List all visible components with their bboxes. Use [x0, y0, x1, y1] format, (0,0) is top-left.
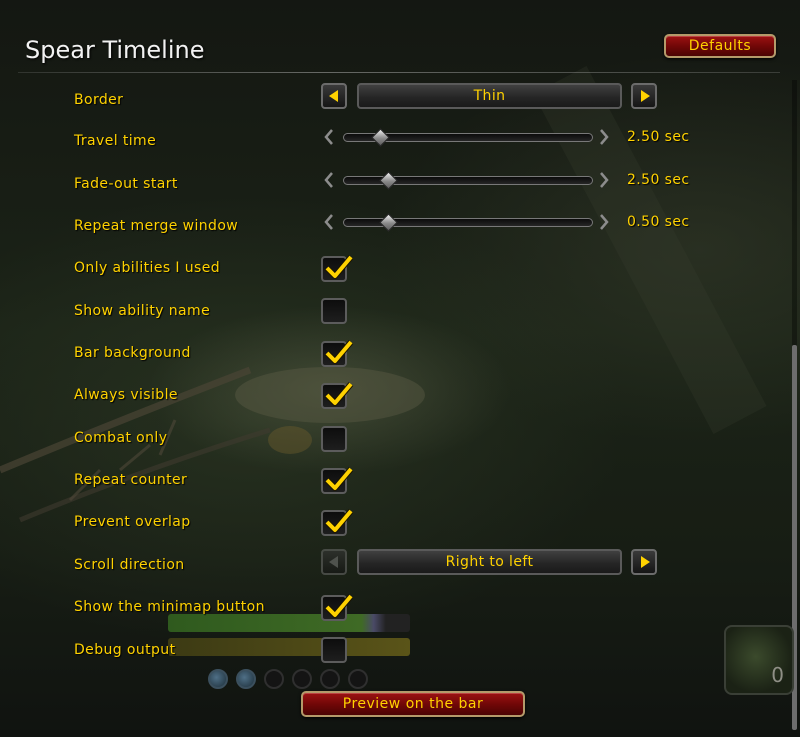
show-minimap-button-label: Show the minimap button	[74, 599, 265, 615]
fade-out-start-label: Fade-out start	[74, 176, 178, 192]
prevent-overlap-label: Prevent overlap	[74, 514, 191, 530]
checkmark-icon	[324, 340, 354, 364]
checkmark-icon	[324, 382, 354, 406]
only-abilities-used-checkbox[interactable]	[321, 255, 354, 282]
checkmark-icon	[324, 509, 354, 533]
debug-output-label: Debug output	[74, 642, 176, 658]
scroll-direction-label: Scroll direction	[74, 557, 185, 573]
arrow-left-icon	[329, 90, 338, 102]
always-visible-label: Always visible	[74, 387, 178, 403]
border-prev-button[interactable]	[321, 83, 347, 109]
defaults-button[interactable]: Defaults	[664, 34, 776, 58]
combat-only-label: Combat only	[74, 430, 168, 446]
minimap-count: 0	[771, 663, 784, 687]
timeline-slot	[292, 669, 312, 689]
timeline-slot	[320, 669, 340, 689]
bar-background-checkbox[interactable]	[321, 340, 354, 367]
chevron-right-icon[interactable]	[597, 127, 611, 147]
background-bar-green	[168, 614, 410, 632]
chevron-left-icon[interactable]	[322, 170, 336, 190]
show-ability-name-label: Show ability name	[74, 303, 211, 319]
repeat-counter-checkbox[interactable]	[321, 467, 354, 494]
chevron-right-icon[interactable]	[597, 170, 611, 190]
window-title: Spear Timeline	[25, 36, 205, 64]
timeline-slot	[264, 669, 284, 689]
scroll-direction-next-button[interactable]	[631, 549, 657, 575]
chevron-left-icon[interactable]	[322, 212, 336, 232]
checkmark-icon	[324, 255, 354, 279]
show-minimap-button-checkbox[interactable]	[321, 594, 354, 621]
travel-time-label: Travel time	[74, 133, 157, 149]
border-dropdown[interactable]: Thin	[357, 83, 622, 109]
fade-out-start-slider[interactable]	[343, 171, 593, 190]
chevron-right-icon[interactable]	[597, 212, 611, 232]
show-ability-name-checkbox[interactable]	[321, 298, 347, 324]
preview-button[interactable]: Preview on the bar	[301, 691, 525, 717]
repeat-counter-label: Repeat counter	[74, 472, 188, 488]
checkmark-icon	[324, 467, 354, 491]
timeline-slot	[208, 669, 228, 689]
repeat-merge-window-label: Repeat merge window	[74, 218, 239, 234]
fade-out-start-value: 2.50 sec	[627, 172, 690, 188]
title-divider	[18, 72, 780, 73]
scroll-direction-dropdown[interactable]: Right to left	[357, 549, 622, 575]
border-label: Border	[74, 92, 124, 108]
travel-time-value: 2.50 sec	[627, 129, 690, 145]
arrow-left-icon	[329, 556, 338, 568]
only-abilities-used-label: Only abilities I used	[74, 260, 221, 276]
timeline-slot	[348, 669, 368, 689]
chevron-left-icon[interactable]	[322, 127, 336, 147]
scroll-direction-prev-button[interactable]	[321, 549, 347, 575]
repeat-merge-window-value: 0.50 sec	[627, 214, 690, 230]
repeat-merge-window-thumb[interactable]	[378, 213, 398, 232]
checkmark-icon	[324, 594, 354, 618]
always-visible-checkbox[interactable]	[321, 382, 354, 409]
combat-only-checkbox[interactable]	[321, 426, 347, 452]
fade-out-start-thumb[interactable]	[378, 171, 398, 190]
repeat-merge-window-slider[interactable]	[343, 213, 593, 232]
arrow-right-icon	[641, 556, 650, 568]
debug-output-checkbox[interactable]	[321, 637, 347, 663]
background-bar-olive	[168, 638, 410, 656]
bar-background-label: Bar background	[74, 345, 191, 361]
prevent-overlap-checkbox[interactable]	[321, 509, 354, 536]
border-next-button[interactable]	[631, 83, 657, 109]
travel-time-thumb[interactable]	[371, 128, 390, 147]
timeline-slot	[236, 669, 256, 689]
minimap-widget[interactable]: 0	[724, 625, 794, 695]
arrow-right-icon	[641, 90, 650, 102]
travel-time-slider[interactable]	[343, 128, 593, 147]
